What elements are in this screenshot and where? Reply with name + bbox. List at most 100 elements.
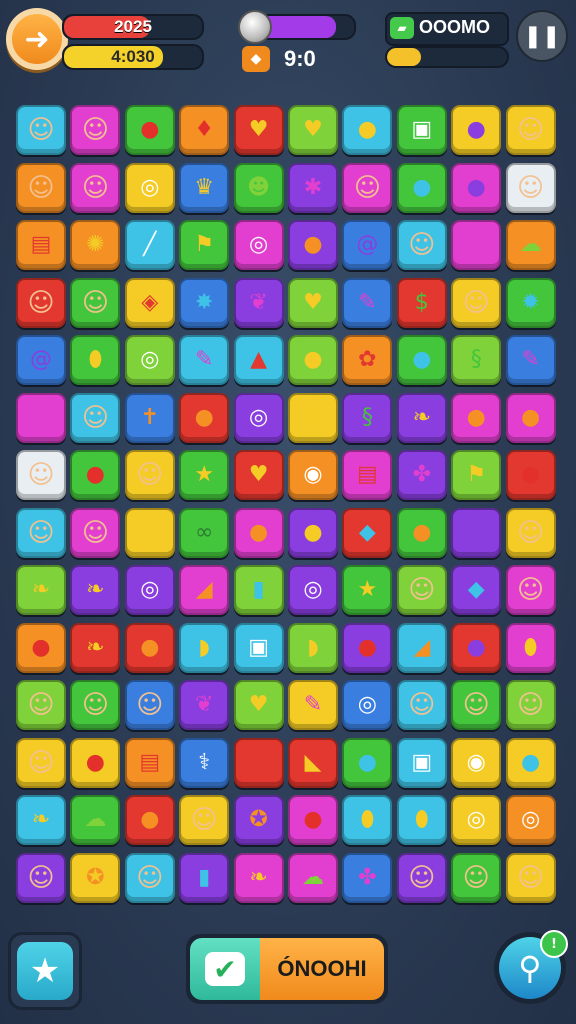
back-button[interactable]: ➜ bbox=[6, 8, 68, 70]
tile-orange[interactable]: ● bbox=[124, 622, 175, 673]
tile-ghost[interactable]: ☁ bbox=[505, 220, 556, 270]
tile-plum[interactable]: ● bbox=[451, 105, 502, 155]
tile-heart[interactable]: ♥ bbox=[233, 680, 284, 730]
tile-eraser[interactable]: ▰ bbox=[451, 220, 502, 270]
tile-drop[interactable]: ● bbox=[396, 162, 447, 213]
tile-face[interactable]: ☺ bbox=[16, 105, 66, 155]
tile-apple[interactable]: ● bbox=[505, 450, 556, 500]
tile-box[interactable]: ▣ bbox=[233, 622, 284, 673]
tile-berry[interactable]: ✤ bbox=[396, 450, 447, 500]
tile-face[interactable]: ☺ bbox=[16, 162, 66, 213]
tile-face[interactable]: ☺ bbox=[396, 220, 447, 270]
tile-ghost[interactable]: ☁ bbox=[70, 795, 121, 845]
tile-pear[interactable]: ● bbox=[342, 105, 393, 155]
tile-face[interactable]: ☺ bbox=[505, 852, 556, 903]
tile-flower[interactable]: ✿ bbox=[342, 335, 393, 385]
tile-face[interactable]: ☺ bbox=[70, 277, 121, 328]
tile-plum[interactable]: ● bbox=[451, 507, 502, 558]
tile-drop[interactable]: ● bbox=[396, 335, 447, 385]
tile-gingerbread[interactable]: ✝ bbox=[124, 392, 175, 443]
tile-leaf[interactable]: ❧ bbox=[16, 795, 66, 845]
tile-face[interactable]: ☺ bbox=[505, 565, 556, 615]
tile-bottle[interactable]: ▮ bbox=[233, 565, 284, 615]
tile-splat[interactable]: ✸ bbox=[179, 277, 230, 328]
tile-apple[interactable]: ● bbox=[70, 737, 121, 788]
tile-leaf[interactable]: ❧ bbox=[70, 565, 121, 615]
tile-camera[interactable]: ◉ bbox=[288, 450, 338, 500]
tile-sun[interactable]: ✺ bbox=[70, 220, 121, 270]
tile-heart[interactable]: ♥ bbox=[233, 105, 284, 155]
tile-ring[interactable]: ◎ bbox=[124, 335, 175, 385]
tile-plum[interactable]: ● bbox=[451, 622, 502, 673]
tile-apple[interactable]: ● bbox=[70, 450, 121, 500]
tile-flag[interactable]: ⚑ bbox=[451, 450, 502, 500]
tile-bird[interactable]: ❦ bbox=[179, 680, 230, 730]
tile-carrot[interactable]: ◢ bbox=[179, 565, 230, 615]
tile-box[interactable]: ▣ bbox=[396, 737, 447, 788]
tile-ring[interactable]: ◎ bbox=[124, 565, 175, 615]
tile-pear[interactable]: ● bbox=[288, 507, 338, 558]
tile-nose[interactable]: ▲ bbox=[233, 335, 284, 385]
tile-crown[interactable]: ♛ bbox=[179, 162, 230, 213]
tile-face[interactable]: ☺ bbox=[342, 162, 393, 213]
tile-face[interactable]: ☺ bbox=[16, 450, 66, 500]
tile-plum[interactable]: ● bbox=[451, 162, 502, 213]
tile-face[interactable]: ☺ bbox=[124, 450, 175, 500]
tile-lemon[interactable]: ⬮ bbox=[396, 795, 447, 845]
tile-chest[interactable]: ▤ bbox=[342, 450, 393, 500]
tile-orange[interactable]: ● bbox=[179, 392, 230, 443]
tile-stick[interactable]: ╱ bbox=[124, 220, 175, 270]
tile-face[interactable]: ☺ bbox=[505, 105, 556, 155]
tile-orange[interactable]: ● bbox=[288, 220, 338, 270]
tile-face[interactable]: ☺ bbox=[70, 105, 121, 155]
tile-drop[interactable]: ● bbox=[342, 737, 393, 788]
tile-face[interactable]: ☺ bbox=[451, 852, 502, 903]
tile-drop[interactable]: ● bbox=[505, 737, 556, 788]
tile-ring[interactable]: ◎ bbox=[288, 565, 338, 615]
tile-face[interactable]: ☺ bbox=[16, 737, 66, 788]
tile-chest[interactable]: ▤ bbox=[16, 220, 66, 270]
tile-camera[interactable]: ◉ bbox=[451, 737, 502, 788]
pause-button[interactable]: ❚❚ bbox=[516, 10, 568, 62]
tile-box[interactable]: ▣ bbox=[396, 105, 447, 155]
tile-orange[interactable]: ● bbox=[124, 795, 175, 845]
tile-carrot[interactable]: ◢ bbox=[396, 622, 447, 673]
tile-gem[interactable]: ◆ bbox=[451, 565, 502, 615]
tile-snail[interactable]: § bbox=[342, 392, 393, 443]
tile-tag[interactable]: ◈ bbox=[233, 737, 284, 788]
tile-chest[interactable]: ▤ bbox=[124, 737, 175, 788]
tile-star[interactable]: ★ bbox=[179, 450, 230, 500]
tile-face[interactable]: ☺ bbox=[124, 680, 175, 730]
tile-sun[interactable]: ✺ bbox=[288, 392, 338, 443]
tile-leaf[interactable]: ❧ bbox=[16, 565, 66, 615]
tile-pear[interactable]: ● bbox=[288, 335, 338, 385]
tile-ring[interactable]: ◎ bbox=[233, 392, 284, 443]
tile-star[interactable]: ★ bbox=[342, 565, 393, 615]
tile-apple[interactable]: ● bbox=[124, 105, 175, 155]
tile-banana[interactable]: ◗ bbox=[288, 622, 338, 673]
tile-heart[interactable]: ♥ bbox=[288, 277, 338, 328]
tile-face[interactable]: ☺ bbox=[70, 680, 121, 730]
tile-gear[interactable]: ✹ bbox=[505, 277, 556, 328]
tile-gem[interactable]: ◆ bbox=[342, 507, 393, 558]
tile-swirl[interactable]: @ bbox=[16, 335, 66, 385]
tile-cookie[interactable]: ✪ bbox=[233, 795, 284, 845]
tile-apple[interactable]: ● bbox=[16, 622, 66, 673]
tile-face[interactable]: ☺ bbox=[70, 162, 121, 213]
tile-pencil[interactable]: ✎ bbox=[288, 680, 338, 730]
tile-bug[interactable]: ✱ bbox=[288, 162, 338, 213]
tile-lemon[interactable]: ⬮ bbox=[342, 795, 393, 845]
tile-cookie[interactable]: ✪ bbox=[70, 852, 121, 903]
tile-bottle[interactable]: ▮ bbox=[179, 852, 230, 903]
tile-banana[interactable]: ◗ bbox=[179, 622, 230, 673]
tile-face[interactable]: ☺ bbox=[505, 507, 556, 558]
star-button[interactable]: ★ bbox=[8, 932, 82, 1010]
tile-face[interactable]: ☺ bbox=[396, 852, 447, 903]
tile-leaf[interactable]: ❧ bbox=[233, 852, 284, 903]
tile-pencil[interactable]: ✎ bbox=[505, 335, 556, 385]
tile-swirl[interactable]: @ bbox=[342, 220, 393, 270]
tile-face[interactable]: ☺ bbox=[451, 277, 502, 328]
tile-eraser[interactable]: ▰ bbox=[16, 392, 66, 443]
tile-ghost[interactable]: ☁ bbox=[288, 852, 338, 903]
tile-pencil[interactable]: ✎ bbox=[179, 335, 230, 385]
